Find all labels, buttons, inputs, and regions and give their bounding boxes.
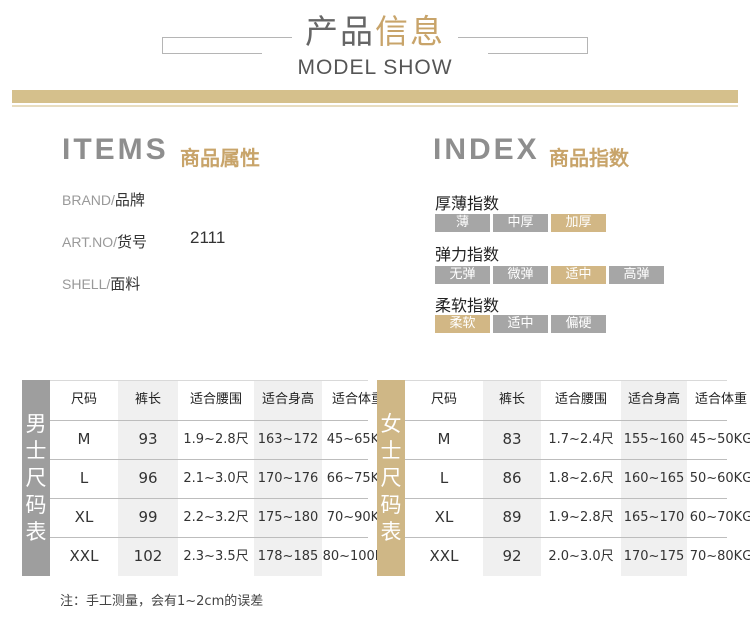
table-cell: L [439,469,449,487]
table-cell: 60~70KG [689,510,750,525]
table-cell: L [79,469,89,487]
table-cell: XL [434,508,454,526]
women-size-table: 女 士 尺 码 表 尺码 裤长 适合腰围 适合身高 适合体重 M 83 1.7~… [377,380,750,576]
index-heading-en: INDEX [433,133,540,166]
item-label-cn: 品牌 [114,192,145,209]
column-header: 适合身高 [261,392,314,407]
column-header: 裤长 [134,392,161,407]
item-row-shell: SHELL/面料 [62,273,140,294]
option-chip: 偏硬 [551,315,606,333]
men-size-table: 男 士 尺 码 表 尺码 裤长 适合腰围 适合身高 适合体重 M 93 1.9~… [22,380,393,576]
table-cell: 96 [138,469,158,487]
column-header: 适合腰围 [189,392,242,407]
item-label-cn: 面料 [110,276,141,293]
table-cell: XXL [69,547,99,565]
table-cell: 45~50KG [689,432,750,447]
women-size-table-label: 女 士 尺 码 表 [377,380,405,576]
header-rule-bottom-left [162,53,262,54]
column-header: 适合身高 [627,392,680,407]
item-row-brand: BRAND/品牌 [62,189,145,210]
table-cell: 92 [502,547,522,565]
table-cell: 178~185 [257,549,319,564]
index-heading-cn: 商品指数 [549,146,629,170]
item-label-en: SHELL/ [62,276,111,292]
softness-index-title: 柔软指数 [435,296,500,315]
option-chip: 薄 [435,214,490,232]
table-cell: 2.1~3.0尺 [183,471,249,486]
column-header: 裤长 [498,392,525,407]
table-cell: 70~80KG [689,549,750,564]
column-header: 适合腰围 [554,392,607,407]
items-heading-en: ITEMS [62,133,169,166]
column-header: 尺码 [70,392,97,407]
page-title-part-b: 信息 [375,12,445,51]
table-cell: 160~165 [623,471,685,486]
page-subtitle: MODEL SHOW [297,56,453,79]
table-cell: M [77,430,91,448]
option-chip: 中厚 [493,214,548,232]
table-cell: 155~160 [623,432,685,447]
option-chip: 适中 [493,315,548,333]
item-row-artno: ART.NO/货号 [62,231,147,252]
item-value-artno: 2111 [190,228,226,247]
items-heading-cn: 商品属性 [180,146,260,170]
table-cell: 89 [502,508,522,526]
table-cell: 1.9~2.8尺 [548,510,614,525]
table-cell: 102 [133,547,163,565]
table-cell: 50~60KG [689,471,750,486]
table-cell: 93 [138,430,158,448]
option-chip: 无弹 [435,266,490,284]
page-title: 产品信息 [0,12,750,52]
item-label-cn: 货号 [116,234,147,251]
option-chip-selected: 适中 [551,266,606,284]
table-cell: 170~175 [623,549,685,564]
table-cell: 165~170 [623,510,685,525]
men-size-table-label: 男 士 尺 码 表 [22,380,50,576]
table-cell: 83 [502,430,522,448]
item-label-en: ART.NO/ [62,234,117,250]
thickness-index-title: 厚薄指数 [435,194,500,213]
option-chip: 微弹 [493,266,548,284]
table-cell: 1.7~2.4尺 [548,432,614,447]
softness-index-options: 柔软 适中 偏硬 [435,315,606,333]
table-cell: 1.8~2.6尺 [548,471,614,486]
table-cell: 175~180 [257,510,319,525]
table-cell: 86 [502,469,522,487]
header-rule-bottom-right [488,53,588,54]
table-cell: 2.3~3.5尺 [183,549,249,564]
option-chip-selected: 柔软 [435,315,490,333]
table-cell: 170~176 [257,471,319,486]
table-cell: 2.0~3.0尺 [548,549,614,564]
header-band-line [12,105,738,107]
column-header: 适合体重 [694,392,747,407]
header-band [12,90,738,103]
table-cell: M [437,430,451,448]
thickness-index-options: 薄 中厚 加厚 [435,214,606,232]
page-title-part-a: 产品 [305,12,375,51]
option-chip-selected: 加厚 [551,214,606,232]
elasticity-index-options: 无弹 微弹 适中 高弹 [435,266,664,284]
table-cell: XL [74,508,94,526]
elasticity-index-title: 弹力指数 [435,245,500,264]
table-cell: 163~172 [257,432,319,447]
table-cell: 99 [138,508,158,526]
column-header: 尺码 [430,392,457,407]
table-cell: 1.9~2.8尺 [183,432,249,447]
option-chip: 高弹 [609,266,664,284]
measurement-note: 注：手工测量，会有1~2cm的误差 [60,594,264,609]
item-label-en: BRAND/ [62,192,115,208]
table-cell: XXL [429,547,459,565]
table-cell: 2.2~3.2尺 [183,510,249,525]
